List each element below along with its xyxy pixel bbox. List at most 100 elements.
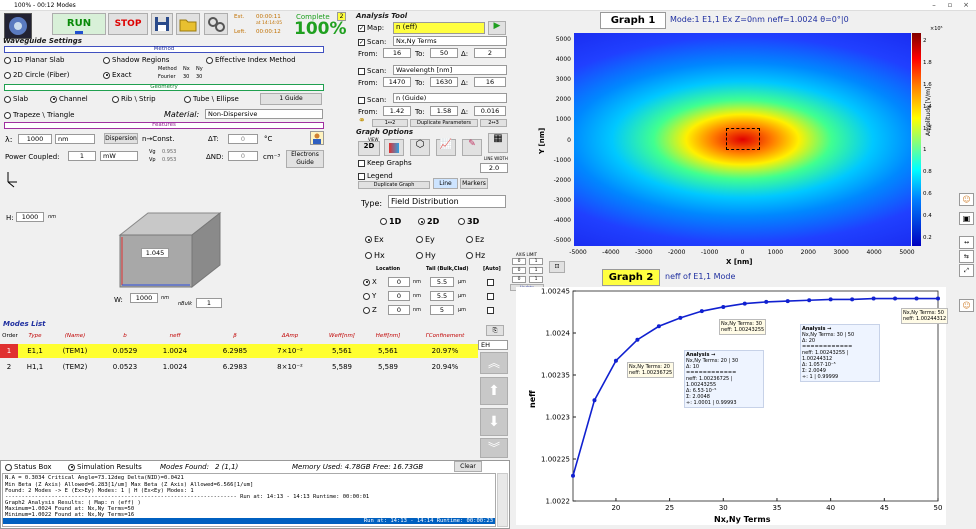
field-ey-radio[interactable]: Ey xyxy=(416,235,435,244)
method-shadow-regions[interactable]: Shadow Regions xyxy=(103,56,169,64)
minimize-button[interactable]: – xyxy=(926,0,942,11)
line-plot-button[interactable]: 📈 xyxy=(436,139,456,156)
swap-1-2-button[interactable]: 1↔2 xyxy=(372,119,408,127)
scroll-bottom-button[interactable]: ︾ xyxy=(480,438,508,458)
save-button[interactable] xyxy=(151,13,173,35)
3d-view-button[interactable]: ⬡ xyxy=(410,139,430,156)
scan3-to[interactable]: 1.58 xyxy=(430,106,458,116)
scan3-delta[interactable]: 0.016 xyxy=(474,106,506,116)
swap-2-3-button[interactable]: 2↔3 xyxy=(480,119,507,127)
scan1-from[interactable]: 16 xyxy=(383,48,411,58)
geometry-rib[interactable]: Rib \ Strip xyxy=(112,95,156,103)
electrons-button[interactable]: Electrons Guide xyxy=(286,150,324,168)
zoom-out-button[interactable]: ⇆ xyxy=(959,250,974,263)
guide-count-button[interactable]: 1 Guide xyxy=(260,93,322,105)
h-input[interactable]: 1000 xyxy=(16,212,44,222)
axis-limit-4[interactable]: 1 xyxy=(529,267,543,274)
graph-type-select[interactable]: Field Distribution xyxy=(388,195,506,208)
n-core-input[interactable]: 1.045 xyxy=(141,248,169,258)
user-profile-button[interactable] xyxy=(310,131,324,145)
auto-y-checkbox[interactable] xyxy=(487,292,496,300)
scan3-from[interactable]: 1.42 xyxy=(383,106,411,116)
scan2-from[interactable]: 1470 xyxy=(383,77,411,87)
run-analysis-button[interactable]: ▶ xyxy=(488,21,506,35)
open-button[interactable] xyxy=(176,13,200,35)
clear-button[interactable]: Clear xyxy=(454,461,482,472)
method-1d-slab[interactable]: 1D Planar Slab xyxy=(4,56,64,64)
loc-y-input[interactable]: 0 xyxy=(388,291,410,301)
dim-2d-radio[interactable]: 2D xyxy=(418,217,439,226)
method-2d-circle[interactable]: 2D Circle (Fiber) xyxy=(4,71,70,79)
field-ex-radio[interactable]: Ex xyxy=(365,235,384,244)
markers-style-button[interactable]: Markers xyxy=(460,178,488,189)
map-checkbox[interactable]: ✓ Map: xyxy=(358,24,384,32)
capture-graph-button[interactable]: ⊡ xyxy=(549,261,565,273)
field-ez-radio[interactable]: Ez xyxy=(466,235,484,244)
dim-1d-radio[interactable]: 1D xyxy=(380,217,401,226)
auto-z-checkbox[interactable] xyxy=(487,306,496,314)
close-button[interactable]: × xyxy=(958,0,974,11)
axis-limit-5[interactable]: 0 xyxy=(512,276,526,283)
zoom-in-button[interactable]: ↔ xyxy=(959,236,974,249)
duplicate-parameters-button[interactable]: Duplicate Parameters xyxy=(410,119,478,127)
scan1-delta[interactable]: 2 xyxy=(474,48,506,58)
user-side-button-2[interactable]: ☺ xyxy=(959,299,974,312)
scroll-up-button[interactable]: ⬆ xyxy=(480,377,508,405)
geometry-slab[interactable]: Slab xyxy=(4,95,28,103)
axis-limit-1[interactable]: 0 xyxy=(512,258,526,265)
loc-y-radio[interactable]: Y xyxy=(363,292,376,300)
loc-x-input[interactable]: 0 xyxy=(388,277,410,287)
nx-value[interactable]: 30 xyxy=(183,74,189,80)
field-hx-radio[interactable]: Hx xyxy=(365,251,385,260)
brush-button[interactable]: ✎ xyxy=(462,139,482,156)
loc-x-radio[interactable]: X xyxy=(363,278,377,286)
dN-input[interactable]: 0 xyxy=(228,151,258,161)
console-scrollbar[interactable] xyxy=(497,473,508,527)
scan1-checkbox[interactable]: ✓ Scan: xyxy=(358,38,386,46)
method-exact[interactable]: Exact xyxy=(103,71,131,79)
dT-input[interactable]: 0 xyxy=(228,134,258,144)
user-side-button[interactable]: ☺ xyxy=(959,193,974,206)
axis-limit-3[interactable]: 0 xyxy=(512,267,526,274)
field-hy-radio[interactable]: Hy xyxy=(416,251,436,260)
scan3-select[interactable]: n (Guide) xyxy=(393,93,507,103)
colormap-button[interactable] xyxy=(384,139,404,156)
power-input[interactable]: 1 xyxy=(68,151,96,161)
field-hz-radio[interactable]: Hz xyxy=(466,251,485,260)
tail-z-input[interactable]: 5 xyxy=(430,305,454,315)
tail-x-input[interactable]: 5.5 xyxy=(430,277,454,287)
axis-limit-6[interactable]: 1 xyxy=(529,276,543,283)
eh-select[interactable]: EH xyxy=(478,340,508,350)
geometry-trapeze[interactable]: Trapeze \ Triangle xyxy=(4,111,74,119)
line-style-button[interactable]: Line xyxy=(433,178,458,189)
stop-button[interactable]: STOP xyxy=(108,13,148,35)
tab-status-box[interactable]: Status Box xyxy=(5,463,52,471)
scan1-select[interactable]: Nx,Ny Terms xyxy=(393,36,507,46)
tab-simulation-results[interactable]: Simulation Results xyxy=(68,463,142,471)
scroll-top-button[interactable]: ︽ xyxy=(480,352,508,374)
graph-export-button[interactable]: ▣ xyxy=(959,212,974,225)
settings-button[interactable] xyxy=(204,13,228,35)
table-row[interactable]: 2 H1,1 (TEM2) 0.0523 1.0024 6.2983 8×10⁻… xyxy=(0,360,478,374)
n-bulk-input[interactable]: 1 xyxy=(196,298,222,308)
dispersion-button[interactable]: Dispersion xyxy=(104,133,138,144)
scan2-select[interactable]: Wavelength [nm] xyxy=(393,65,507,75)
export-modes-button[interactable]: ⎘ xyxy=(486,325,504,336)
scan3-checkbox[interactable]: Scan: xyxy=(358,96,386,104)
loc-z-input[interactable]: 0 xyxy=(388,305,410,315)
dim-3d-radio[interactable]: 3D xyxy=(458,217,479,226)
power-unit-select[interactable]: mW xyxy=(100,151,138,161)
lambda-input[interactable]: 1000 xyxy=(18,134,52,144)
method-effective-index[interactable]: Effective Index Method xyxy=(206,56,296,64)
view-2d-button[interactable]: 2D xyxy=(358,141,380,156)
geometry-channel[interactable]: Channel xyxy=(50,95,88,103)
scan2-checkbox[interactable]: Scan: xyxy=(358,67,386,75)
maximize-button[interactable]: ▫ xyxy=(942,0,958,11)
scan2-delta[interactable]: 16 xyxy=(474,77,506,87)
axis-settings-button[interactable]: ▦ xyxy=(488,133,508,153)
map-select[interactable]: n (eff) xyxy=(393,22,485,34)
scan2-to[interactable]: 1630 xyxy=(430,77,458,87)
legend-checkbox[interactable]: Legend xyxy=(358,172,393,180)
w-input[interactable]: 1000 xyxy=(130,293,158,303)
scroll-down-button[interactable]: ⬇ xyxy=(480,408,508,436)
